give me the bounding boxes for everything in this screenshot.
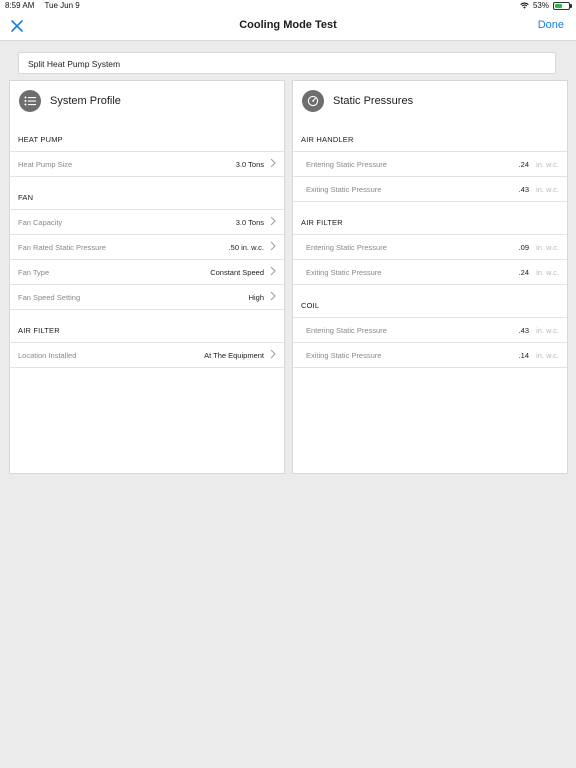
coil-entering-row[interactable]: Entering Static Pressure .43 in. w.c. [293,317,567,342]
row-label: Entering Static Pressure [306,243,387,252]
section-air-filter: AIR FILTER [18,326,60,335]
row-value: Constant Speed [210,268,264,277]
fan-capacity-row[interactable]: Fan Capacity 3.0 Tons [10,209,284,234]
section-heat-pump: HEAT PUMP [18,135,63,144]
row-value: High [248,293,264,302]
row-value[interactable]: .43 [519,326,529,335]
status-date: Tue Jun 9 [44,1,80,10]
row-value[interactable]: .24 [519,268,529,277]
system-profile-title: System Profile [50,95,121,107]
row-label: Fan Speed Setting [18,293,81,302]
fan-type-row[interactable]: Fan Type Constant Speed [10,259,284,284]
row-value[interactable]: .09 [519,243,529,252]
row-unit: in. w.c. [536,351,559,360]
row-value: .50 in. w.c. [228,243,264,252]
chevron-right-icon [270,349,276,359]
chevron-right-icon [270,216,276,226]
heat-pump-size-row[interactable]: Heat Pump Size 3.0 Tons [10,151,284,176]
row-label: Fan Capacity [18,218,63,227]
system-profile-card: System Profile HEAT PUMP Heat Pump Size … [9,80,285,474]
status-bar: 8:59 AM Tue Jun 9 53% [0,0,576,12]
section-fan: FAN [18,193,34,202]
row-value[interactable]: .14 [519,351,529,360]
air-handler-exiting-row[interactable]: Exiting Static Pressure .43 in. w.c. [293,176,567,201]
row-value[interactable]: .24 [519,160,529,169]
status-time: 8:59 AM [5,1,35,10]
static-pressures-header: Static Pressures [293,81,567,121]
static-pressures-card: Static Pressures AIR HANDLER Entering St… [292,80,568,474]
chevron-right-icon [270,291,276,301]
row-unit: in. w.c. [536,243,559,252]
system-profile-header: System Profile [10,81,284,121]
static-pressures-title: Static Pressures [333,95,414,107]
air-handler-entering-row[interactable]: Entering Static Pressure .24 in. w.c. [293,151,567,176]
row-unit: in. w.c. [536,185,559,194]
row-label: Exiting Static Pressure [306,268,382,277]
row-value: 3.0 Tons [235,218,264,227]
location-installed-row[interactable]: Location Installed At The Equipment [10,342,284,367]
page-title: Cooling Mode Test [239,19,337,31]
row-value: 3.0 Tons [235,160,264,169]
wifi-icon [520,2,529,9]
chevron-right-icon [270,266,276,276]
row-value: At The Equipment [204,351,264,360]
section-coil: COIL [301,301,320,310]
fan-rated-static-pressure-row[interactable]: Fan Rated Static Pressure .50 in. w.c. [10,234,284,259]
battery-percent: 53% [532,1,549,10]
done-button[interactable]: Done [538,19,564,31]
row-label: Entering Static Pressure [306,160,387,169]
row-label: Fan Type [18,268,50,277]
section-air-filter: AIR FILTER [301,218,343,227]
navigation-bar: Cooling Mode Test Done [0,12,576,41]
row-label: Fan Rated Static Pressure [18,243,106,252]
row-label: Exiting Static Pressure [306,351,382,360]
list-icon [19,90,41,112]
row-label: Exiting Static Pressure [306,185,382,194]
chevron-right-icon [270,241,276,251]
coil-exiting-row[interactable]: Exiting Static Pressure .14 in. w.c. [293,342,567,367]
row-unit: in. w.c. [536,326,559,335]
gauge-icon [302,90,324,112]
row-label: Heat Pump Size [18,160,73,169]
air-filter-exiting-row[interactable]: Exiting Static Pressure .24 in. w.c. [293,259,567,284]
battery-icon [553,1,572,10]
system-type-field[interactable]: Split Heat Pump System [18,52,556,74]
row-unit: in. w.c. [536,160,559,169]
chevron-right-icon [270,158,276,168]
section-air-handler: AIR HANDLER [301,135,354,144]
row-label: Location Installed [18,351,77,360]
row-label: Entering Static Pressure [306,326,387,335]
row-unit: in. w.c. [536,268,559,277]
fan-speed-setting-row[interactable]: Fan Speed Setting High [10,284,284,309]
air-filter-entering-row[interactable]: Entering Static Pressure .09 in. w.c. [293,234,567,259]
row-value[interactable]: .43 [519,185,529,194]
